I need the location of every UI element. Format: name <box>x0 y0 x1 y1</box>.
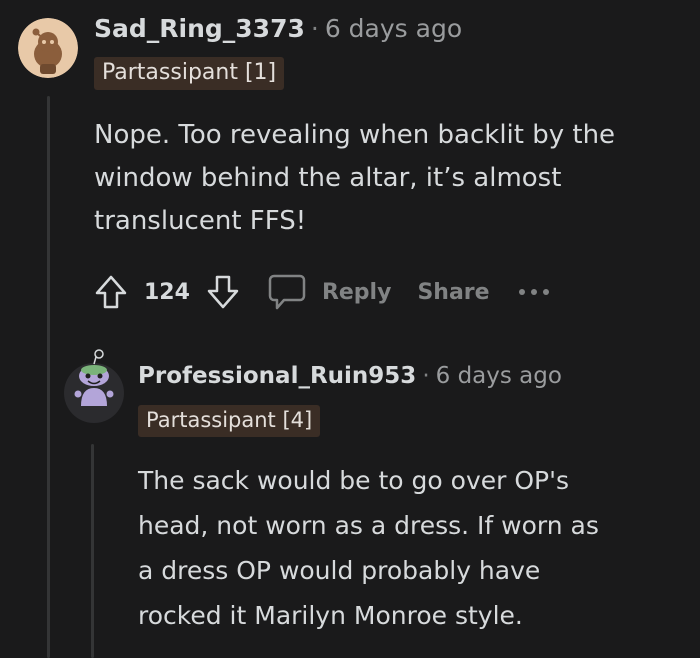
comment-meta: Professional_Ruin953 · 6 days ago <box>138 363 562 389</box>
snoo-avatar-icon <box>18 18 78 78</box>
comment-actions: 124 Reply Share <box>90 270 554 314</box>
comment-body-line: rocked it Marilyn Monroe style. <box>138 601 523 630</box>
comment-body-line: head, not worn as a dress. If worn as <box>138 511 599 540</box>
downvote-icon[interactable] <box>202 270 244 314</box>
comment-meta: Sad_Ring_3373 · 6 days ago <box>94 14 462 43</box>
comment-body: Nope. Too revealing when backlit by the … <box>94 114 615 243</box>
thread-line-2[interactable] <box>91 444 94 658</box>
comment-body-line: a dress OP would probably have <box>138 556 541 585</box>
vote-count: 124 <box>144 279 190 305</box>
share-button[interactable]: Share <box>417 280 489 305</box>
avatar[interactable] <box>18 18 78 78</box>
username[interactable]: Sad_Ring_3373 <box>94 14 305 43</box>
reply-button[interactable]: Reply <box>322 280 392 305</box>
user-flair: Partassipant [1] <box>94 57 285 90</box>
comment-body-line: translucent FFS! <box>94 206 307 236</box>
more-options-icon[interactable] <box>514 270 554 314</box>
user-flair: Partassipant [4] <box>138 405 321 437</box>
meta-separator: · <box>310 14 319 43</box>
avatar[interactable] <box>63 346 125 424</box>
comment-bubble-icon[interactable] <box>266 270 308 314</box>
username[interactable]: Professional_Ruin953 <box>138 363 416 389</box>
thread-line-1[interactable] <box>47 96 50 658</box>
comment-body-line: window behind the altar, it’s almost <box>94 163 562 193</box>
comment-body-line: The sack would be to go over OP's <box>138 466 570 495</box>
comment-body: The sack would be to go over OP's head, … <box>138 458 599 638</box>
timestamp[interactable]: 6 days ago <box>325 14 462 43</box>
meta-separator: · <box>422 363 430 389</box>
snoo-avatar-icon <box>64 349 124 423</box>
comment-body-line: Nope. Too revealing when backlit by the <box>94 120 616 150</box>
upvote-icon[interactable] <box>90 270 132 314</box>
timestamp[interactable]: 6 days ago <box>436 363 562 389</box>
